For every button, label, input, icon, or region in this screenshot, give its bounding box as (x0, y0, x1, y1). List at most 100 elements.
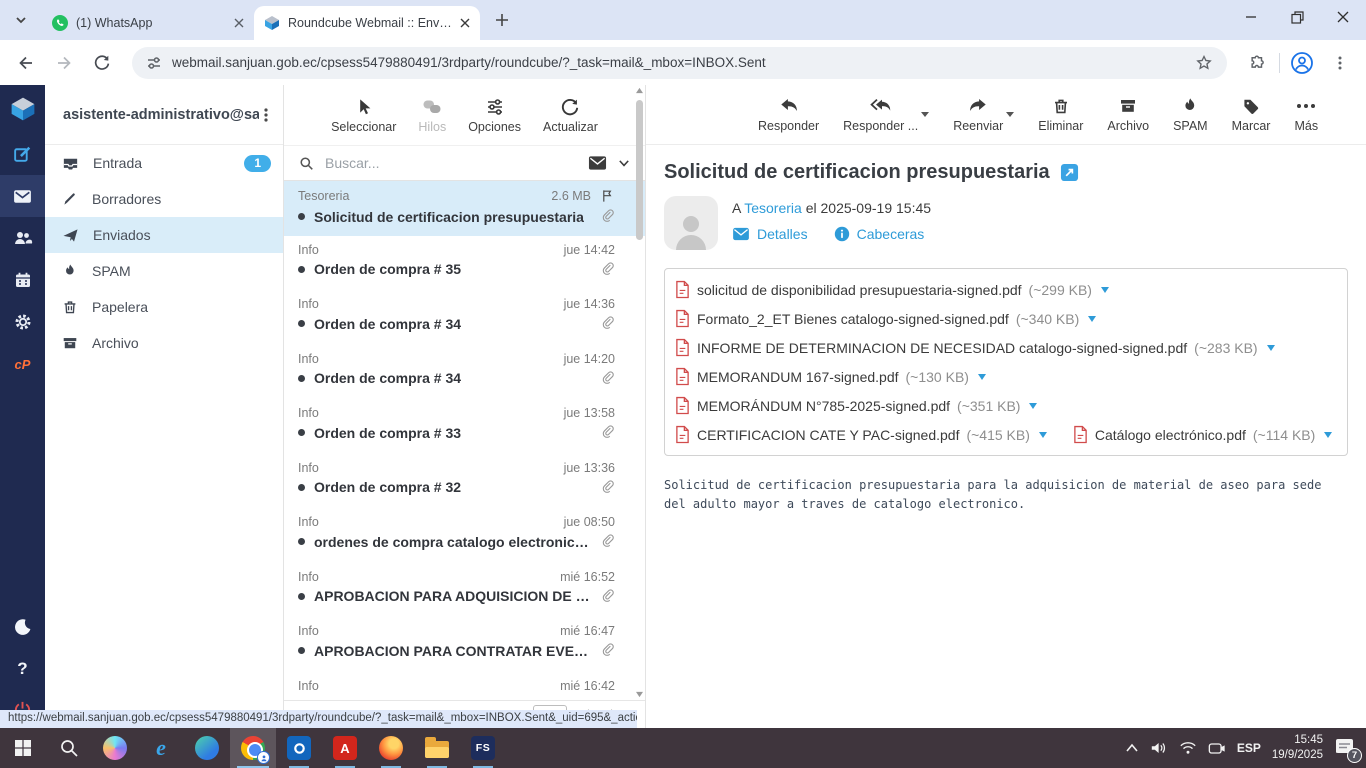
message-row[interactable]: Info jue 14:20 Orden de compra # 34 (284, 345, 645, 400)
browser-menu-kebab-icon[interactable] (1324, 47, 1356, 79)
message-row[interactable]: Tesoreria 2.6 MB Solicitud de certificaci… (284, 181, 645, 236)
meet-now-icon[interactable] (1208, 741, 1226, 756)
attachment-item[interactable]: INFORME DE DETERMINACION DE NECESIDAD ca… (675, 333, 1275, 362)
cpanel-icon[interactable]: cP (0, 343, 45, 385)
tab-close-icon[interactable] (460, 18, 470, 28)
reply-button[interactable]: Responder (758, 96, 819, 133)
scroll-up-icon[interactable] (635, 87, 644, 94)
attachment-menu-caret-icon[interactable] (1088, 315, 1097, 322)
reply-menu-caret-icon[interactable] (921, 112, 930, 117)
taskbar-search-button[interactable] (46, 728, 92, 768)
details-button[interactable]: Detalles (732, 226, 808, 242)
refresh-button[interactable]: Actualizar (543, 97, 598, 134)
search-options-chevron-icon[interactable] (617, 156, 631, 170)
tray-expand-chevron-icon[interactable] (1125, 743, 1139, 753)
new-tab-button[interactable] (488, 6, 516, 34)
compose-icon[interactable] (0, 133, 45, 175)
wifi-icon[interactable] (1179, 741, 1197, 755)
mail-icon[interactable] (0, 175, 45, 217)
headers-button[interactable]: Cabeceras (834, 226, 924, 242)
search-input[interactable]: Buscar... (325, 155, 578, 171)
extensions-icon[interactable] (1241, 47, 1273, 79)
attachment-item[interactable]: Catálogo electrónico.pdf (~114 KB) (1073, 420, 1333, 449)
outlook-icon[interactable] (276, 728, 322, 768)
spam-button[interactable]: SPAM (1173, 96, 1208, 133)
copilot-icon[interactable] (92, 728, 138, 768)
fso-app-icon[interactable]: FS (460, 728, 506, 768)
close-button[interactable] (1320, 0, 1366, 34)
folder-spam[interactable]: SPAM (45, 253, 283, 289)
attachment-name[interactable]: Formato_2_ET Bienes catalogo-signed-sign… (697, 311, 1009, 327)
options-button[interactable]: Opciones (468, 97, 521, 134)
edge-icon[interactable] (184, 728, 230, 768)
attachment-item[interactable]: Formato_2_ET Bienes catalogo-signed-sign… (675, 304, 1097, 333)
profile-avatar[interactable] (1286, 47, 1318, 79)
folder-entrada[interactable]: Entrada 1 (45, 145, 283, 181)
search-bar[interactable]: Buscar... (284, 145, 645, 181)
archive-button[interactable]: Archivo (1107, 96, 1149, 133)
attachment-item[interactable]: CERTIFICACION CATE Y PAC-signed.pdf (~41… (675, 420, 1047, 449)
flag-icon[interactable] (599, 188, 615, 204)
folder-borradores[interactable]: Borradores (45, 181, 283, 217)
forward-menu-caret-icon[interactable] (1006, 112, 1015, 117)
reload-button[interactable] (86, 47, 118, 79)
restore-button[interactable] (1274, 0, 1320, 34)
start-button[interactable] (0, 728, 46, 768)
attachment-menu-caret-icon[interactable] (1100, 286, 1109, 293)
attachment-name[interactable]: INFORME DE DETERMINACION DE NECESIDAD ca… (697, 340, 1187, 356)
url-text[interactable]: webmail.sanjuan.gob.ec/cpsess5479880491/… (172, 55, 1185, 70)
folder-archivo[interactable]: Archivo (45, 325, 283, 361)
address-bar[interactable]: webmail.sanjuan.gob.ec/cpsess5479880491/… (132, 46, 1227, 79)
internet-explorer-icon[interactable]: e (138, 728, 184, 768)
select-button[interactable]: Seleccionar (331, 97, 396, 134)
language-indicator[interactable]: ESP (1237, 741, 1261, 755)
taskbar-clock[interactable]: 15:45 19/9/2025 (1272, 733, 1323, 763)
message-row[interactable]: Info jue 14:36 Orden de compra # 34 (284, 290, 645, 345)
more-button[interactable]: Más (1294, 96, 1318, 133)
minimize-button[interactable] (1228, 0, 1274, 34)
folder-enviados[interactable]: Enviados (45, 217, 283, 253)
attachment-item[interactable]: MEMORANDUM 167-signed.pdf (~130 KB) (675, 362, 986, 391)
message-row[interactable]: Info jue 14:42 Orden de compra # 35 (284, 236, 645, 291)
site-settings-icon[interactable] (146, 55, 162, 71)
delete-button[interactable]: Eliminar (1038, 96, 1083, 133)
attachment-item[interactable]: MEMORÁNDUM N°785-2025-signed.pdf (~351 K… (675, 391, 1038, 420)
account-menu-kebab-icon[interactable] (259, 107, 273, 123)
bookmark-star-icon[interactable] (1195, 54, 1213, 72)
scrollbar-thumb[interactable] (635, 100, 643, 240)
attachment-menu-caret-icon[interactable] (1324, 431, 1333, 438)
settings-gear-icon[interactable] (0, 301, 45, 343)
notification-center-icon[interactable]: 7 (1334, 736, 1362, 763)
attachment-menu-caret-icon[interactable] (1029, 402, 1038, 409)
message-row[interactable]: Info jue 13:36 Orden de compra # 32 (284, 454, 645, 509)
attachment-name[interactable]: MEMORÁNDUM N°785-2025-signed.pdf (697, 398, 950, 414)
open-in-new-window-icon[interactable] (1060, 163, 1079, 182)
firefox-icon[interactable] (368, 728, 414, 768)
file-explorer-icon[interactable] (414, 728, 460, 768)
attachment-name[interactable]: MEMORANDUM 167-signed.pdf (697, 369, 899, 385)
attachment-menu-caret-icon[interactable] (1266, 344, 1275, 351)
attachment-menu-caret-icon[interactable] (1038, 431, 1047, 438)
volume-icon[interactable] (1150, 740, 1168, 756)
folder-papelera[interactable]: Papelera (45, 289, 283, 325)
tab-roundcube[interactable]: Roundcube Webmail :: Enviados (254, 6, 480, 40)
forward-button[interactable]: Reenviar (953, 96, 1003, 133)
list-scrollbar[interactable] (634, 87, 644, 698)
back-button[interactable] (10, 47, 42, 79)
tab-close-icon[interactable] (234, 18, 244, 28)
search-scope-mail-icon[interactable] (588, 155, 607, 171)
scroll-down-icon[interactable] (635, 691, 644, 698)
calendar-icon[interactable] (0, 259, 45, 301)
message-row[interactable]: Info jue 08:50 ordenes de compra catalogo… (284, 508, 645, 563)
help-icon[interactable]: ? (0, 648, 45, 690)
reply-all-button[interactable]: Responder ... (843, 96, 918, 133)
attachment-name[interactable]: solicitud de disponibilidad presupuestar… (697, 282, 1022, 298)
attachment-name[interactable]: CERTIFICACION CATE Y PAC-signed.pdf (697, 427, 959, 443)
message-row[interactable]: Info mié 16:52 APROBACION PARA ADQUISICIO… (284, 563, 645, 618)
message-row[interactable]: Info jue 13:58 Orden de compra # 33 (284, 399, 645, 454)
attachment-item[interactable]: solicitud de disponibilidad presupuestar… (675, 275, 1109, 304)
tab-whatsapp[interactable]: (1) WhatsApp (42, 6, 254, 40)
forward-button[interactable] (48, 47, 80, 79)
attachment-name[interactable]: Catálogo electrónico.pdf (1095, 427, 1246, 443)
mark-button[interactable]: Marcar (1232, 96, 1270, 133)
